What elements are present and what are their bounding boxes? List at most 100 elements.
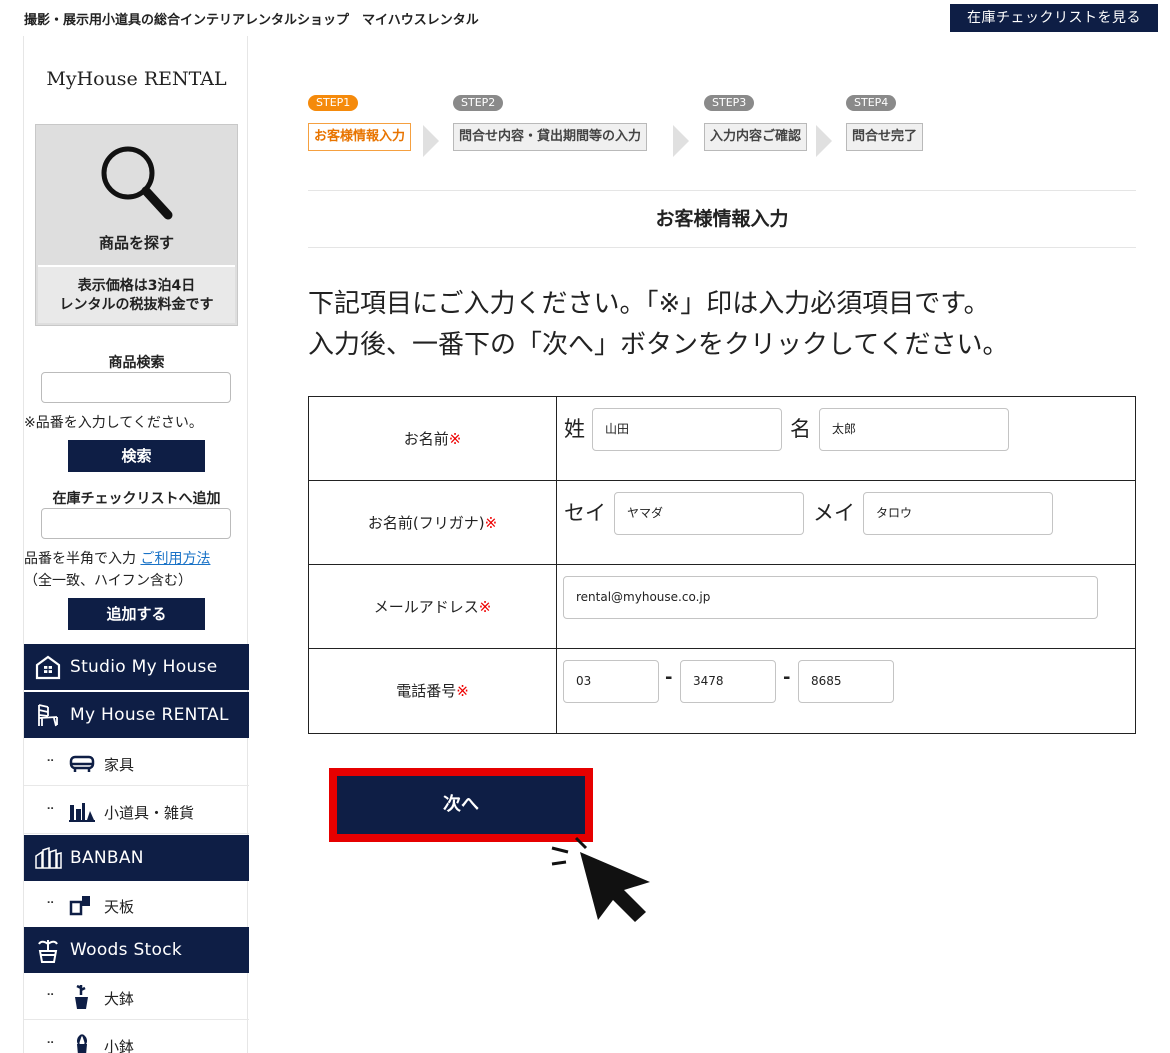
step-3-label: 入力内容ご確認 xyxy=(704,123,808,151)
pointer-cursor-icon xyxy=(551,836,650,922)
menu-item-props[interactable]: ⠤ 小道具・雑貨 xyxy=(24,787,249,834)
last-name-input[interactable]: 山田 xyxy=(592,408,782,451)
last-name-kana-label: セイ xyxy=(564,501,606,525)
bullet-dots-icon: ⠤ xyxy=(46,985,55,999)
step-arrow-icon xyxy=(423,125,439,157)
find-products-label: 商品を探す xyxy=(98,234,174,252)
sidebar: MyHouse RENTAL 商品を探す 表示価格は3泊4日 レンタルの税抜料金… xyxy=(23,36,249,1053)
product-search-input[interactable] xyxy=(41,372,231,403)
checklist-note-2: （全一致、ハイフン含む） xyxy=(24,573,192,589)
name-label-text: お名前 xyxy=(403,430,449,448)
step-4-badge: STEP4 xyxy=(846,95,897,111)
required-mark: ※ xyxy=(478,598,492,616)
sofa-icon xyxy=(69,755,95,772)
menu-item-furniture[interactable]: ⠤ 家具 xyxy=(24,739,249,786)
last-name-kana-input[interactable]: ヤマダ xyxy=(614,492,804,535)
bullet-dots-icon: ⠤ xyxy=(46,751,55,765)
last-name-label: 姓 xyxy=(564,417,585,441)
step-arrow-icon xyxy=(673,125,689,157)
menu-item-small-pot[interactable]: ⠤ 小鉢 xyxy=(24,1021,249,1053)
menu-studio-my-house[interactable]: Studio My House xyxy=(24,644,249,690)
next-button[interactable]: 次へ xyxy=(337,776,585,834)
search-note: ※品番を入力してください。 xyxy=(24,415,203,431)
small-plant-icon xyxy=(77,1034,87,1053)
menu-item-tabletop-label: 天板 xyxy=(104,898,135,916)
price-note-line1: 表示価格は3泊4日 xyxy=(77,278,196,294)
chair-icon xyxy=(38,704,58,727)
price-note: 表示価格は3泊4日 レンタルの税抜料金です xyxy=(38,265,235,323)
instructions-line2: 入力後、一番下の「次へ」ボタンをクリックしてください。 xyxy=(308,330,1009,360)
phone-dash: - xyxy=(783,667,791,688)
phone-part1-input[interactable]: 03 xyxy=(563,660,659,703)
plant-icon xyxy=(38,940,58,963)
bullet-dots-icon: ⠤ xyxy=(46,799,55,813)
first-name-kana-label: メイ xyxy=(813,501,855,525)
instructions-line1: 下記項目にご入力ください。「※」印は入力必須項目です。 xyxy=(308,289,990,319)
checklist-note-text: 品番を半角で入力 xyxy=(24,551,136,567)
phone-part2-input[interactable]: 3478 xyxy=(680,660,776,703)
step-4-label: 問合せ完了 xyxy=(846,123,924,151)
price-note-line2: レンタルの税抜料金です xyxy=(59,297,214,313)
view-stock-checklist-button[interactable]: 在庫チェックリストを見る xyxy=(950,4,1158,32)
step-1-label: お客様情報入力 xyxy=(308,123,412,151)
email-input[interactable]: rental@myhouse.co.jp xyxy=(563,576,1098,619)
step-arrow-icon xyxy=(816,125,832,157)
banban-logo-icon xyxy=(35,846,62,869)
email-label-text: メールアドレス xyxy=(373,598,479,616)
required-mark: ※ xyxy=(484,514,498,532)
menu-item-tabletop[interactable]: ⠤ 天板 xyxy=(24,881,249,928)
first-name-input[interactable]: 太郎 xyxy=(819,408,1009,451)
phone-label: 電話番号※ xyxy=(309,649,557,733)
form-row-phone: 電話番号※ 03 - 3478 - 8685 xyxy=(309,649,1135,733)
menu-my-house-rental[interactable]: My House RENTAL xyxy=(24,692,249,738)
name-label: お名前※ xyxy=(309,397,557,480)
menu-woods-stock[interactable]: Woods Stock xyxy=(24,927,249,973)
first-name-kana-input[interactable]: タロウ xyxy=(863,492,1053,535)
customer-info-form: お名前※ 姓 山田 名 太郎 お名前(フリガナ)※ セイ ヤマダ メイ タロウ … xyxy=(308,396,1136,734)
menu-rental-label: My House RENTAL xyxy=(70,705,229,725)
checklist-note: 品番を半角で入力 ご利用方法 xyxy=(24,548,210,568)
tabletop-icon xyxy=(69,896,90,916)
instructions: 下記項目にご入力ください。「※」印は入力必須項目です。 入力後、一番下の「次へ」… xyxy=(308,284,1008,366)
menu-studio-label: Studio My House xyxy=(70,657,218,677)
step-progress: STEP1 お客様情報入力 STEP2 問合せ内容・貸出期間等の入力 STEP3… xyxy=(308,95,948,157)
bullet-dots-icon: ⠤ xyxy=(46,1033,55,1047)
step-2-label: 問合せ内容・貸出期間等の入力 xyxy=(453,123,648,151)
step-1-badge: STEP1 xyxy=(308,95,359,111)
form-row-email: メールアドレス※ rental@myhouse.co.jp xyxy=(309,565,1135,649)
site-tagline: 撮影・展示用小道具の総合インテリアレンタルショップ マイハウスレンタル xyxy=(24,13,479,28)
bullet-dots-icon: ⠤ xyxy=(46,893,55,907)
find-products-panel[interactable]: 商品を探す 表示価格は3泊4日 レンタルの税抜料金です xyxy=(35,124,238,326)
usage-link[interactable]: ご利用方法 xyxy=(140,551,210,567)
form-row-name: お名前※ 姓 山田 名 太郎 xyxy=(309,397,1135,481)
phone-label-text: 電話番号 xyxy=(396,682,457,700)
step-2-badge: STEP2 xyxy=(453,95,504,111)
top-bar: 撮影・展示用小道具の総合インテリアレンタルショップ マイハウスレンタル 在庫チェ… xyxy=(0,0,1170,34)
kana-label: お名前(フリガナ)※ xyxy=(309,481,557,564)
menu-item-large-pot-label: 大鉢 xyxy=(104,990,135,1008)
next-button-highlight: 次へ xyxy=(329,768,593,842)
step-3-badge: STEP3 xyxy=(704,95,755,111)
phone-dash: - xyxy=(665,667,673,688)
required-mark: ※ xyxy=(456,682,469,700)
required-mark: ※ xyxy=(448,430,462,448)
form-row-kana: お名前(フリガナ)※ セイ ヤマダ メイ タロウ xyxy=(309,481,1135,565)
first-name-label: 名 xyxy=(790,417,811,441)
menu-item-large-pot[interactable]: ⠤ 大鉢 xyxy=(24,973,249,1020)
checklist-input[interactable] xyxy=(41,508,231,539)
kana-label-text: お名前(フリガナ) xyxy=(367,514,485,532)
checklist-add-title: 在庫チェックリストへ追加 xyxy=(52,491,221,507)
menu-banban[interactable]: BANBAN xyxy=(24,835,249,881)
menu-banban-label: BANBAN xyxy=(70,848,144,868)
phone-part3-input[interactable]: 8685 xyxy=(798,660,894,703)
menu-woods-label: Woods Stock xyxy=(70,940,183,960)
page-title: お客様情報入力 xyxy=(308,190,1136,248)
house-icon xyxy=(35,655,61,680)
search-button[interactable]: 検索 xyxy=(68,440,205,472)
add-to-checklist-button[interactable]: 追加する xyxy=(68,598,205,630)
email-label: メールアドレス※ xyxy=(309,565,557,648)
large-plant-icon xyxy=(75,985,88,1009)
site-logo[interactable]: MyHouse RENTAL xyxy=(24,68,249,90)
magnifier-icon xyxy=(101,146,173,220)
menu-item-small-pot-label: 小鉢 xyxy=(104,1038,135,1053)
